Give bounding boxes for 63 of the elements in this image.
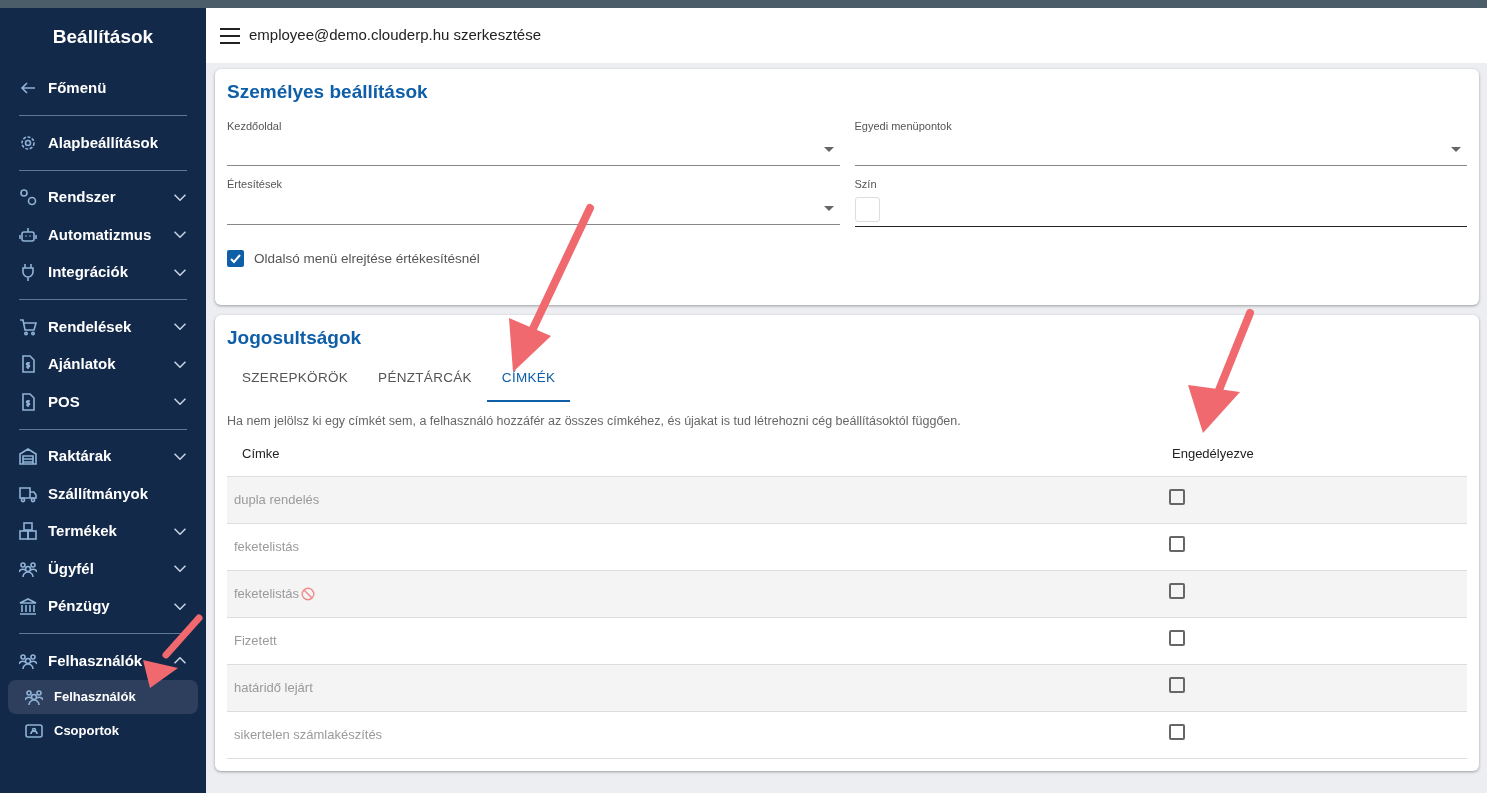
checkbox-label: Oldalsó menü elrejtése értékesítésnél	[254, 249, 480, 268]
sidebar-item[interactable]: Főmenü	[8, 69, 198, 107]
checkbox[interactable]	[1169, 535, 1185, 552]
tab[interactable]: PÉNZTÁRCÁK	[363, 357, 487, 403]
checkbox[interactable]	[1169, 582, 1185, 599]
menu-icon[interactable]	[220, 27, 240, 44]
document-icon	[19, 392, 37, 411]
warehouse-icon	[19, 447, 37, 466]
sidebar-item[interactable]: Felhasználók	[8, 642, 198, 680]
cart-icon	[19, 317, 37, 336]
table-cell-text: feketelistás	[234, 538, 300, 557]
column-header: Címke	[241, 444, 280, 463]
checkbox[interactable]	[1169, 629, 1185, 646]
table-cell-text: dupla rendelés	[234, 491, 320, 510]
page-title: employee@demo.clouderp.hu szerkesztése	[249, 25, 542, 46]
card-title: Személyes beállítások	[227, 81, 429, 104]
gear-icon	[19, 133, 37, 152]
sidebar-item[interactable]: Ügyfél	[8, 550, 198, 588]
table-cell-text: határidő lejárt	[234, 679, 313, 698]
column-header: Engedélyezve	[1171, 444, 1254, 463]
field-label: Kezdőoldal	[227, 118, 283, 134]
sidebar-item[interactable]: Ajánlatok	[8, 345, 198, 383]
field-label: Szín	[854, 177, 878, 193]
sidebar-subitem[interactable]: Felhasználók	[8, 679, 198, 714]
dropdown-arrow-icon	[1451, 147, 1461, 153]
table-cell-text: sikertelen számlakészítés	[234, 726, 383, 745]
truck-icon	[19, 484, 37, 503]
sidebar-item[interactable]: Szállítmányok	[8, 475, 198, 513]
document-icon	[19, 355, 37, 374]
checkbox[interactable]	[1169, 723, 1185, 740]
group-card-icon	[25, 721, 43, 740]
hint-text: Ha nem jelölsz ki egy címkét sem, a felhasználó hozzáfér az összes címkéhez, és újakat is tud létrehozni cég beállításoktól függően.	[227, 413, 962, 431]
dropdown-arrow-icon	[823, 205, 834, 211]
sidebar-item[interactable]: Pénzügy	[8, 587, 198, 625]
robot-icon	[19, 225, 37, 244]
checkbox[interactable]	[1169, 676, 1185, 693]
sidebar-item[interactable]: Raktárak	[8, 437, 198, 475]
checkbox[interactable]	[1169, 488, 1185, 505]
gears-icon	[19, 188, 37, 207]
checkbox[interactable]	[227, 250, 244, 268]
sidebar-subitem[interactable]: Csoportok	[8, 713, 198, 748]
sidebar-item[interactable]: Rendelések	[8, 308, 198, 346]
sidebar-item[interactable]: POS	[8, 383, 198, 421]
field-label: Egyedi menüpontok	[854, 118, 953, 134]
sidebar-item[interactable]: Alapbeállítások	[8, 124, 198, 162]
dropdown-arrow-icon	[823, 147, 834, 153]
sidebar-title: Beállítások	[51, 25, 155, 49]
table-cell-text: feketelistás	[234, 585, 300, 604]
bank-icon	[19, 597, 37, 616]
sidebar-item[interactable]: Integrációk	[8, 253, 198, 291]
field-label: Értesítések	[227, 177, 284, 193]
tab[interactable]: SZEREPKÖRÖK	[227, 357, 364, 403]
sidebar-item[interactable]: Automatizmus	[8, 216, 198, 254]
sidebar-item[interactable]: Rendszer	[8, 178, 198, 216]
people-icon	[19, 559, 37, 578]
people-icon	[19, 651, 37, 670]
boxes-icon	[19, 522, 37, 541]
table-cell-text: Fizetett	[234, 632, 277, 651]
sidebar-item[interactable]: Termékek	[8, 512, 198, 550]
plug-icon	[19, 263, 37, 282]
color-swatch[interactable]	[854, 196, 880, 222]
people-icon	[25, 687, 43, 706]
card-title: Jogosultságok	[227, 327, 363, 350]
